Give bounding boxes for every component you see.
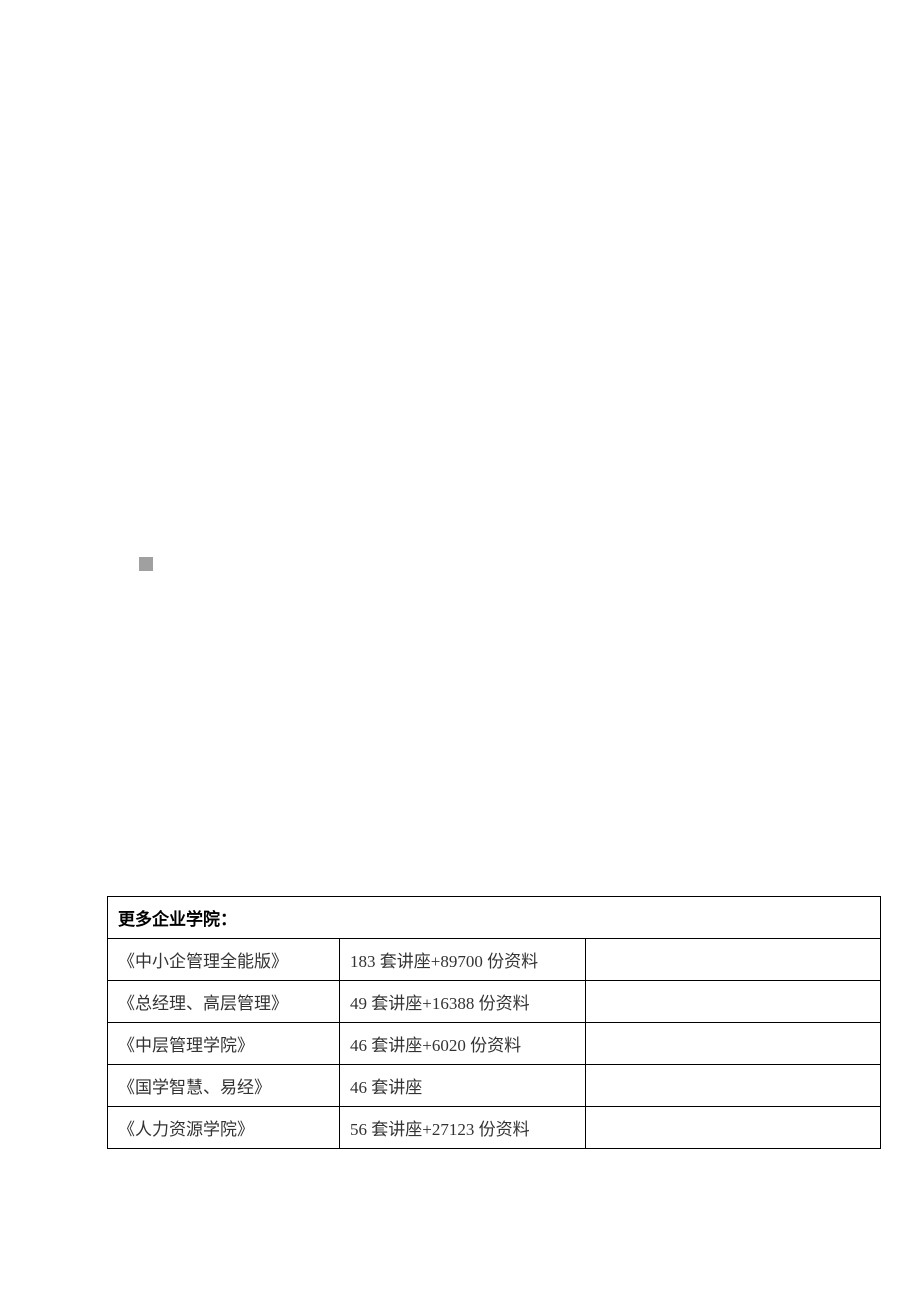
table-row: 《中小企管理全能版》 183 套讲座+89700 份资料 [108, 939, 881, 981]
course-content-cell: 46 套讲座 [340, 1065, 586, 1107]
course-title-cell: 《总经理、高层管理》 [108, 981, 340, 1023]
table-row: 《人力资源学院》 56 套讲座+27123 份资料 [108, 1107, 881, 1149]
course-content-cell: 46 套讲座+6020 份资料 [340, 1023, 586, 1065]
table-header-cell: 更多企业学院： [108, 897, 881, 939]
course-title-cell: 《人力资源学院》 [108, 1107, 340, 1149]
table-row: 《中层管理学院》 46 套讲座+6020 份资料 [108, 1023, 881, 1065]
course-empty-cell [586, 1107, 881, 1149]
course-content-cell: 56 套讲座+27123 份资料 [340, 1107, 586, 1149]
course-title-cell: 《国学智慧、易经》 [108, 1065, 340, 1107]
course-title-cell: 《中层管理学院》 [108, 1023, 340, 1065]
course-table: 更多企业学院： 《中小企管理全能版》 183 套讲座+89700 份资料 《总经… [107, 896, 881, 1149]
table-row: 《总经理、高层管理》 49 套讲座+16388 份资料 [108, 981, 881, 1023]
course-empty-cell [586, 1065, 881, 1107]
course-empty-cell [586, 939, 881, 981]
square-marker-icon [139, 557, 153, 571]
course-title-cell: 《中小企管理全能版》 [108, 939, 340, 981]
course-content-cell: 49 套讲座+16388 份资料 [340, 981, 586, 1023]
course-content-cell: 183 套讲座+89700 份资料 [340, 939, 586, 981]
course-empty-cell [586, 1023, 881, 1065]
course-empty-cell [586, 981, 881, 1023]
course-table-container: 更多企业学院： 《中小企管理全能版》 183 套讲座+89700 份资料 《总经… [107, 896, 881, 1149]
table-row: 《国学智慧、易经》 46 套讲座 [108, 1065, 881, 1107]
table-header-row: 更多企业学院： [108, 897, 881, 939]
